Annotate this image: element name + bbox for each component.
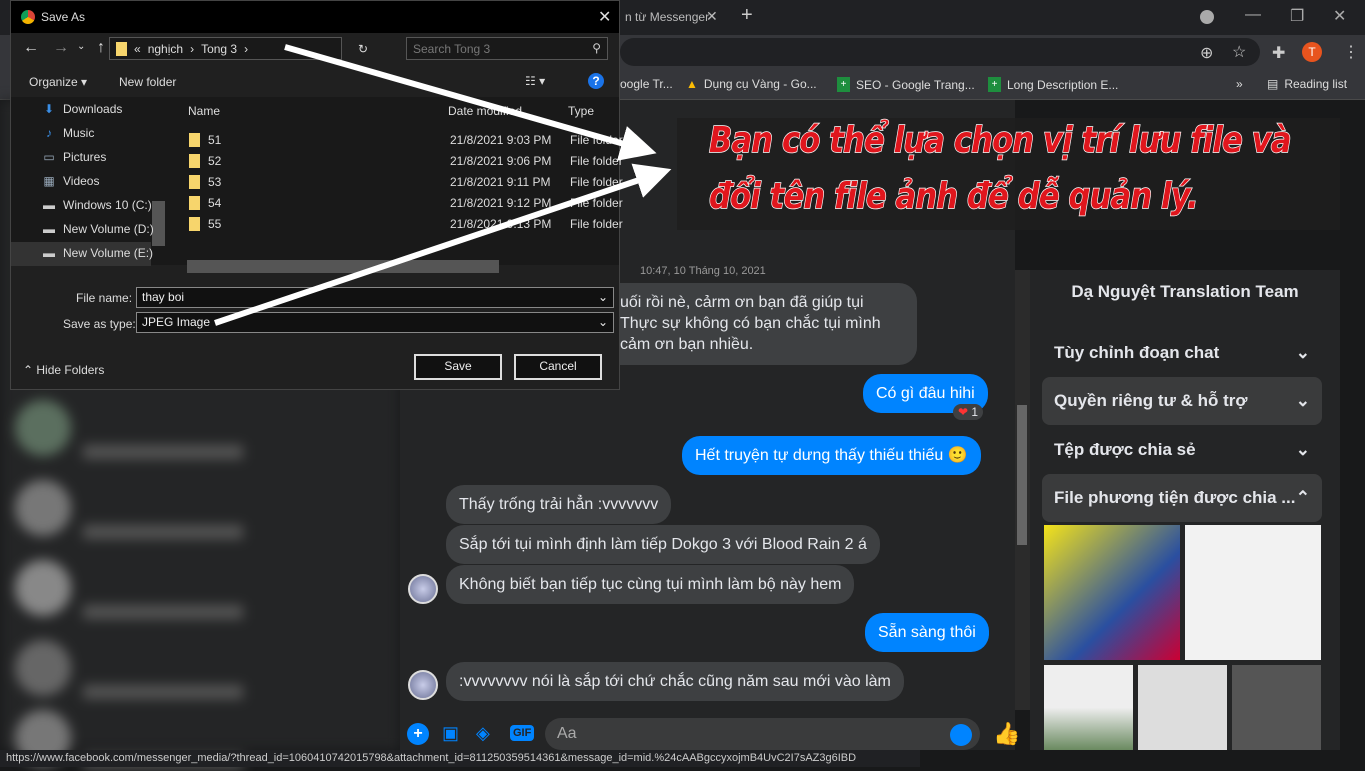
arrow-to-filename: [214, 163, 672, 326]
annotation-arrows: [214, 44, 672, 326]
arrow-to-location: [284, 44, 657, 161]
